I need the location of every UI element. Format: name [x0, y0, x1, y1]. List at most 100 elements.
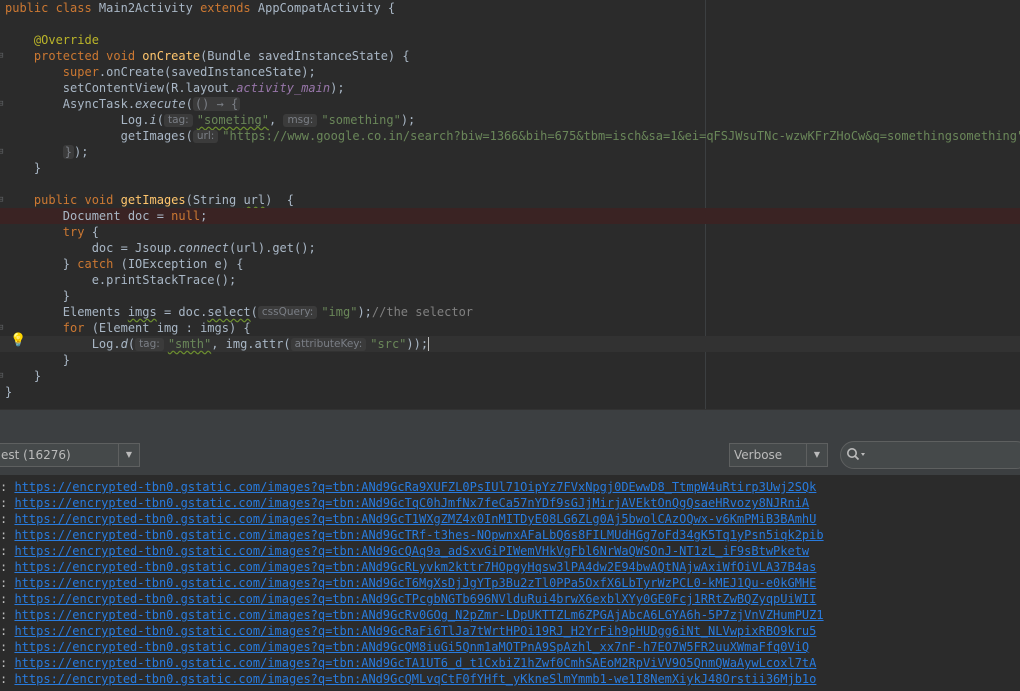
code-line[interactable]: public void getImages(String url) {⊟	[0, 192, 1020, 208]
parameter-hint: cssQuery:	[257, 306, 318, 319]
log-link[interactable]: https://encrypted-tbn0.gstatic.com/image…	[14, 512, 816, 526]
log-link[interactable]: https://encrypted-tbn0.gstatic.com/image…	[14, 576, 816, 590]
code-editor[interactable]: public class Main2Activity extends AppCo…	[0, 0, 1020, 409]
log-link[interactable]: https://encrypted-tbn0.gstatic.com/image…	[14, 480, 816, 494]
code-line[interactable]: } ⊟	[0, 368, 1020, 384]
code-line[interactable]	[0, 176, 1020, 192]
code-line[interactable]: e.printStackTrace();	[0, 272, 1020, 288]
log-line: : https://encrypted-tbn0.gstatic.com/ima…	[0, 671, 1020, 687]
log-prefix: :	[0, 576, 15, 590]
log-link[interactable]: https://encrypted-tbn0.gstatic.com/image…	[14, 592, 816, 606]
log-line: : https://encrypted-tbn0.gstatic.com/ima…	[0, 591, 1020, 607]
log-prefix: :	[0, 608, 15, 622]
code-line-text: public class Main2Activity extends AppCo…	[5, 1, 395, 15]
code-token: (String	[185, 193, 244, 207]
code-token: AsyncTask.	[5, 97, 136, 111]
log-line: : https://encrypted-tbn0.gstatic.com/ima…	[0, 479, 1020, 495]
log-prefix: :	[0, 496, 15, 510]
code-token: //the selector	[371, 305, 474, 319]
code-line-text: }	[5, 369, 41, 383]
code-line[interactable]: }	[0, 384, 1020, 400]
code-line-text: public void getImages(String url) {	[5, 193, 294, 207]
fold-icon[interactable]: ⊟	[0, 192, 6, 208]
code-token: = doc.	[156, 305, 208, 319]
log-link[interactable]: https://encrypted-tbn0.gstatic.com/image…	[14, 640, 809, 654]
code-line[interactable]	[0, 16, 1020, 32]
code-line[interactable]: getImages(url: "https://www.google.co.in/…	[0, 128, 1020, 144]
code-token: ,	[268, 113, 284, 127]
code-token: public void	[33, 193, 121, 207]
fold-icon[interactable]: ⊟	[0, 96, 6, 112]
code-token: , img.attr(	[211, 337, 291, 351]
code-line[interactable]: doc = Jsoup.connect(url).get();	[0, 240, 1020, 256]
code-line[interactable]: for (Element img : imgs) {⊟	[0, 320, 1020, 336]
code-line[interactable]: }	[0, 160, 1020, 176]
log-line: : https://encrypted-tbn0.gstatic.com/ima…	[0, 495, 1020, 511]
log-link[interactable]: https://encrypted-tbn0.gstatic.com/image…	[14, 608, 823, 622]
code-line[interactable]: }	[0, 352, 1020, 368]
fold-icon[interactable]: ⊟	[0, 368, 6, 384]
code-line[interactable]: public class Main2Activity extends AppCo…	[0, 0, 1020, 16]
code-line[interactable]: }	[0, 288, 1020, 304]
log-prefix: :	[0, 480, 15, 494]
log-line: : https://encrypted-tbn0.gstatic.com/ima…	[0, 575, 1020, 591]
code-line[interactable]: }); ⊟	[0, 144, 1020, 160]
fold-icon[interactable]: ⊟	[0, 320, 6, 336]
code-line-text: Log.d(tag: "smth", img.attr(attributeKey:…	[5, 337, 430, 351]
code-token: (Element img : imgs) {	[91, 321, 251, 335]
panel-splitter[interactable]	[0, 409, 1020, 436]
log-link[interactable]: https://encrypted-tbn0.gstatic.com/image…	[14, 672, 816, 686]
log-line: : https://encrypted-tbn0.gstatic.com/ima…	[0, 527, 1020, 543]
chevron-down-icon[interactable]: ▼	[118, 444, 139, 466]
code-line-text: super.onCreate(savedInstanceState);	[5, 65, 316, 79]
code-token: Main2Activity	[98, 1, 201, 15]
code-token: doc = Jsoup.	[5, 241, 179, 255]
code-line-text: @Override	[5, 33, 99, 47]
code-token: imgs	[127, 305, 157, 319]
code-token: (	[185, 97, 193, 111]
code-line[interactable]: Log.d(tag: "smth", img.attr(attributeKey:…	[0, 336, 1020, 352]
code-token: );	[74, 145, 89, 159]
chevron-down-icon[interactable]: ▼	[806, 444, 827, 466]
log-level-value: Verbose	[734, 448, 783, 462]
code-line-text: }	[5, 161, 41, 175]
code-token: @Override	[33, 33, 99, 47]
log-level-select[interactable]: Verbose ▼	[729, 443, 828, 467]
fold-icon[interactable]: ⊟	[0, 48, 6, 64]
logcat-output[interactable]: : https://encrypted-tbn0.gstatic.com/ima…	[0, 476, 1020, 691]
code-line[interactable]: AsyncTask.execute(() → {⊟	[0, 96, 1020, 112]
code-token: getImages	[120, 193, 186, 207]
code-line[interactable]: super.onCreate(savedInstanceState);	[0, 64, 1020, 80]
code-line[interactable]: Log.i(tag: "someting", msg: "something");	[0, 112, 1020, 128]
code-line[interactable]: Elements imgs = doc.select(cssQuery: "img…	[0, 304, 1020, 320]
log-link[interactable]: https://encrypted-tbn0.gstatic.com/image…	[14, 528, 823, 542]
parameter-hint: msg:	[283, 114, 318, 127]
process-select[interactable]: est (16276) ▼	[0, 443, 140, 467]
code-line[interactable]: } catch (IOException e) {	[0, 256, 1020, 272]
code-line[interactable]: setContentView(R.layout.activity_main);	[0, 80, 1020, 96]
logcat-search-input[interactable]	[840, 441, 1020, 469]
code-line[interactable]: try {	[0, 224, 1020, 240]
log-line: : https://encrypted-tbn0.gstatic.com/ima…	[0, 607, 1020, 623]
code-line[interactable]: @Override	[0, 32, 1020, 48]
code-line-text: getImages(url: "https://www.google.co.in/…	[5, 129, 1020, 143]
log-line: : https://encrypted-tbn0.gstatic.com/ima…	[0, 655, 1020, 671]
code-token: execute	[135, 97, 186, 111]
log-link[interactable]: https://encrypted-tbn0.gstatic.com/image…	[14, 560, 816, 574]
fold-icon[interactable]: ⊟	[0, 144, 6, 160]
log-link[interactable]: https://encrypted-tbn0.gstatic.com/image…	[14, 496, 809, 510]
code-line[interactable]: Document doc = null;	[0, 208, 1020, 224]
log-link[interactable]: https://encrypted-tbn0.gstatic.com/image…	[14, 656, 816, 670]
logcat-toolbar: est (16276) ▼ Verbose ▼	[0, 435, 1020, 476]
code-token: );	[400, 113, 416, 127]
log-prefix: :	[0, 640, 15, 654]
log-link[interactable]: https://encrypted-tbn0.gstatic.com/image…	[14, 624, 816, 638]
log-prefix: :	[0, 512, 15, 526]
code-line[interactable]: protected void onCreate(Bundle savedInst…	[0, 48, 1020, 64]
parameter-hint: attributeKey:	[290, 338, 367, 351]
lightbulb-icon[interactable]: 💡	[10, 334, 26, 348]
log-link[interactable]: https://encrypted-tbn0.gstatic.com/image…	[14, 544, 809, 558]
